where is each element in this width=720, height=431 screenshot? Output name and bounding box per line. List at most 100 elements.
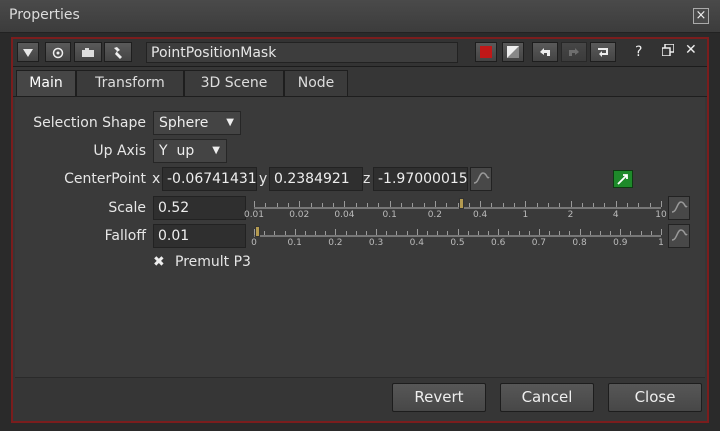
falloff-slider-minor-tick	[437, 231, 439, 235]
scale-slider-minor-tick	[604, 203, 606, 207]
center-point-x-input[interactable]: -0.06741431	[162, 167, 257, 191]
help-icon[interactable]: ?	[635, 44, 649, 60]
falloff-slider-tick-label: 0.8	[572, 238, 587, 248]
node-name-field[interactable]: PointPositionMask	[146, 42, 458, 63]
falloff-slider-major-tick	[620, 229, 622, 235]
tab-3d-scene[interactable]: 3D Scene	[184, 70, 284, 96]
scale-slider-minor-tick	[581, 203, 583, 207]
scale-slider-minor-tick	[446, 203, 448, 207]
scale-slider-minor-tick	[559, 203, 561, 207]
falloff-curve-icon[interactable]	[668, 224, 690, 248]
falloff-slider-minor-tick	[355, 231, 357, 235]
center-point-pick-icon[interactable]	[613, 170, 633, 188]
falloff-slider-minor-tick	[518, 231, 520, 235]
close-button[interactable]: Close	[608, 383, 702, 412]
falloff-slider-major-tick	[498, 229, 500, 235]
falloff-slider-minor-tick	[528, 231, 530, 235]
falloff-slider-tick-label: 0.7	[531, 238, 547, 248]
wrench-icon[interactable]	[104, 42, 132, 62]
window-titlebar[interactable]	[0, 0, 720, 33]
scale-slider-minor-tick	[265, 203, 267, 207]
falloff-slider-handle[interactable]	[255, 226, 261, 237]
falloff-slider-track[interactable]	[254, 235, 661, 237]
falloff-slider-minor-tick	[640, 231, 642, 235]
selection-shape-label: Selection Shape	[33, 115, 146, 131]
scale-slider-major-tick	[615, 201, 617, 207]
falloff-slider-minor-tick	[447, 231, 449, 235]
scale-slider-minor-tick	[638, 203, 640, 207]
scale-slider-major-tick	[570, 201, 572, 207]
collapse-triangle-icon[interactable]	[17, 42, 39, 62]
scale-slider-minor-tick	[547, 203, 549, 207]
scale-slider-minor-tick	[400, 203, 402, 207]
window-close-button[interactable]: ×	[693, 8, 709, 24]
scale-slider-minor-tick	[502, 203, 504, 207]
falloff-slider-major-tick	[661, 229, 662, 235]
undo-icon[interactable]	[532, 42, 558, 62]
scale-slider-minor-tick	[276, 203, 278, 207]
scale-slider-major-tick	[389, 201, 391, 207]
scale-slider-tick-label: 0.1	[382, 210, 397, 220]
falloff-slider-minor-tick	[508, 231, 510, 235]
scale-slider-major-tick	[525, 201, 527, 207]
cancel-button[interactable]: Cancel	[500, 383, 594, 412]
premult-checkbox[interactable]: ✖	[153, 254, 167, 270]
scale-label: Scale	[108, 200, 146, 216]
scale-slider-minor-tick	[287, 203, 289, 207]
circle-target-icon[interactable]	[45, 42, 71, 62]
close-icon[interactable]: ✕	[685, 42, 699, 58]
scale-slider-track[interactable]	[254, 207, 661, 209]
falloff-slider-minor-tick	[365, 231, 367, 235]
tab-main[interactable]: Main	[16, 70, 76, 96]
center-point-y-input[interactable]: 0.2384921	[269, 167, 363, 191]
scale-slider-tick-label: 4	[612, 210, 619, 220]
scale-slider-major-tick	[434, 201, 436, 207]
scale-slider-minor-tick	[491, 203, 493, 207]
redo-icon[interactable]	[561, 42, 587, 62]
falloff-slider-minor-tick	[589, 231, 591, 235]
mask-icon[interactable]	[502, 42, 524, 62]
up-axis-dropdown[interactable]: Y up ▼	[153, 139, 227, 163]
falloff-slider-minor-tick	[426, 231, 428, 235]
falloff-label: Falloff	[104, 228, 146, 244]
revert-button[interactable]: Revert	[392, 383, 486, 412]
float-icon[interactable]	[661, 43, 676, 60]
up-axis-label: Up Axis	[93, 143, 146, 159]
center-point-curve-icon[interactable]	[470, 167, 492, 191]
falloff-slider-tick-label: 0	[251, 238, 257, 248]
camera-icon[interactable]	[74, 42, 102, 62]
scale-input[interactable]: 0.52	[153, 196, 246, 220]
falloff-slider-tick-label: 0.2	[328, 238, 343, 248]
falloff-slider-minor-tick	[569, 231, 571, 235]
scale-slider-handle[interactable]	[458, 198, 464, 209]
falloff-slider[interactable]: 0 0.1 0.2 0.3 0.4 0.5 0.6 0.7 0.8 0.9 1	[251, 223, 664, 249]
tab-node[interactable]: Node	[284, 70, 348, 96]
scale-slider-minor-tick	[514, 203, 516, 207]
scale-slider[interactable]: 0.01 0.02 0.04 0.1 0.2 0.4 1 2 4 10	[244, 195, 667, 221]
up-axis-value: Y up	[159, 143, 195, 159]
center-point-z-input[interactable]: -1.970000159	[373, 167, 468, 191]
tab-transform[interactable]: Transform	[76, 70, 184, 96]
falloff-slider-minor-tick	[315, 231, 317, 235]
scale-slider-minor-tick	[378, 203, 380, 207]
scale-slider-minor-tick	[468, 203, 470, 207]
scale-slider-major-tick	[254, 201, 255, 207]
selection-shape-dropdown[interactable]: Sphere ▼	[153, 111, 241, 135]
falloff-slider-minor-tick	[406, 231, 408, 235]
scale-slider-minor-tick	[536, 203, 538, 207]
scale-slider-minor-tick	[423, 203, 425, 207]
falloff-slider-minor-tick	[304, 231, 306, 235]
center-point-z-label: z	[363, 171, 371, 187]
falloff-slider-tick-label: 0.3	[368, 238, 384, 248]
scale-slider-minor-tick	[321, 203, 323, 207]
scale-slider-major-tick	[480, 201, 482, 207]
revert-icon[interactable]	[590, 42, 616, 62]
falloff-slider-major-tick	[579, 229, 581, 235]
center-point-label: CenterPoint	[64, 171, 146, 187]
scale-slider-minor-tick	[367, 203, 369, 207]
scale-curve-icon[interactable]	[668, 196, 690, 220]
red-square-icon[interactable]	[475, 42, 497, 62]
falloff-slider-major-tick	[335, 229, 337, 235]
falloff-input[interactable]: 0.01	[153, 224, 246, 248]
scale-slider-minor-tick	[593, 203, 595, 207]
